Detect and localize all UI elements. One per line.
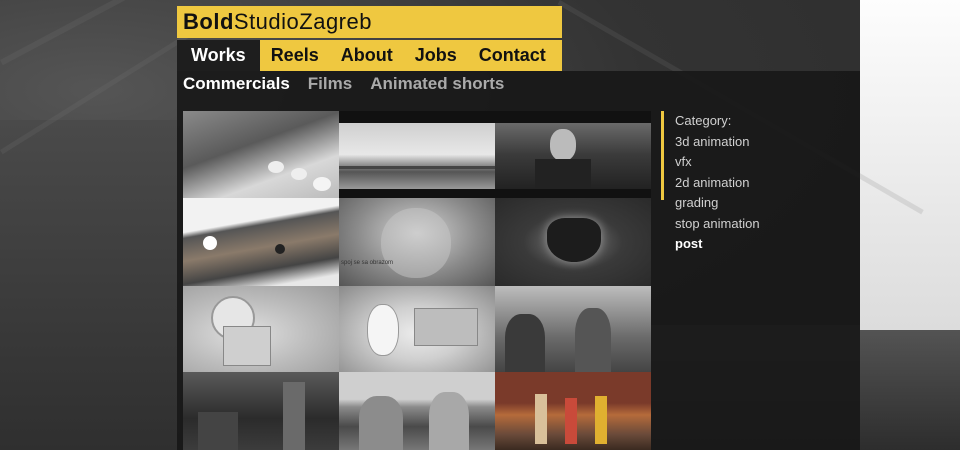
work-thumbnail[interactable] bbox=[495, 111, 651, 198]
work-thumbnail[interactable] bbox=[339, 286, 495, 372]
thumbnail-mascot bbox=[367, 304, 399, 356]
thumbnail-face bbox=[550, 129, 576, 161]
work-thumbnail[interactable] bbox=[183, 198, 339, 286]
nav-tab-reels[interactable]: Reels bbox=[260, 40, 330, 71]
work-thumbnail[interactable] bbox=[495, 286, 651, 372]
thumbnail-object bbox=[275, 244, 285, 254]
category-3d-animation[interactable]: 3d animation bbox=[675, 132, 760, 153]
work-thumbnail[interactable] bbox=[183, 286, 339, 372]
work-thumbnail[interactable] bbox=[183, 111, 339, 198]
nav-tab-works[interactable]: Works bbox=[177, 40, 260, 71]
subnav-films[interactable]: Films bbox=[308, 74, 352, 94]
thumbnail-figure bbox=[291, 168, 307, 180]
thumbnail-railing bbox=[339, 166, 495, 169]
background-ground-left bbox=[0, 120, 180, 450]
thumbnail-person bbox=[535, 394, 547, 444]
category-2d-animation[interactable]: 2d animation bbox=[675, 173, 760, 194]
thumbnail-heart bbox=[547, 218, 601, 262]
work-thumbnail[interactable] bbox=[495, 372, 651, 450]
subnav-animated-shorts[interactable]: Animated shorts bbox=[370, 74, 504, 94]
background-sky bbox=[860, 0, 960, 330]
thumbnail-package bbox=[223, 326, 271, 366]
work-thumbnail[interactable] bbox=[495, 198, 651, 286]
site-logo[interactable]: Bold StudioZagreb bbox=[177, 6, 562, 38]
work-thumbnail[interactable] bbox=[339, 111, 495, 198]
thumbnail-package bbox=[414, 308, 478, 346]
category-vfx[interactable]: vfx bbox=[675, 152, 760, 173]
thumbnail-person bbox=[283, 382, 305, 450]
category-stop-animation[interactable]: stop animation bbox=[675, 214, 760, 235]
thumbnail-person bbox=[198, 412, 238, 450]
nav-tab-about[interactable]: About bbox=[330, 40, 404, 71]
nav-tab-jobs[interactable]: Jobs bbox=[404, 40, 468, 71]
works-thumbnail-grid: spoj se sa obrazom bbox=[183, 111, 651, 450]
main-nav: Works Reels About Jobs Contact bbox=[177, 40, 562, 71]
thumbnail-person bbox=[575, 308, 611, 372]
logo-bold-text: Bold bbox=[183, 9, 234, 34]
subnav-commercials[interactable]: Commercials bbox=[183, 74, 290, 94]
thumbnail-person bbox=[595, 396, 607, 444]
thumbnail-person bbox=[505, 314, 545, 372]
work-thumbnail[interactable]: spoj se sa obrazom bbox=[339, 198, 495, 286]
nav-tab-contact[interactable]: Contact bbox=[468, 40, 557, 71]
thumbnail-body bbox=[535, 159, 591, 189]
category-grading[interactable]: grading bbox=[675, 193, 760, 214]
logo-regular-text: StudioZagreb bbox=[233, 9, 372, 34]
thumbnail-caption: spoj se sa obrazom bbox=[341, 260, 394, 266]
work-thumbnail[interactable] bbox=[183, 372, 339, 450]
thumbnail-object bbox=[203, 236, 217, 250]
work-thumbnail[interactable] bbox=[339, 372, 495, 450]
thumbnail-figure bbox=[313, 177, 331, 191]
thumbnail-person bbox=[429, 392, 469, 450]
thumbnail-person bbox=[359, 396, 403, 450]
category-filter: Category: 3d animation vfx 2d animation … bbox=[661, 111, 760, 251]
category-post[interactable]: post bbox=[675, 234, 760, 255]
thumbnail-face bbox=[381, 208, 451, 278]
works-subnav: Commercials Films Animated shorts bbox=[183, 74, 504, 94]
thumbnail-person bbox=[565, 398, 577, 444]
category-heading: Category: bbox=[675, 113, 732, 128]
thumbnail-figure bbox=[268, 161, 284, 173]
